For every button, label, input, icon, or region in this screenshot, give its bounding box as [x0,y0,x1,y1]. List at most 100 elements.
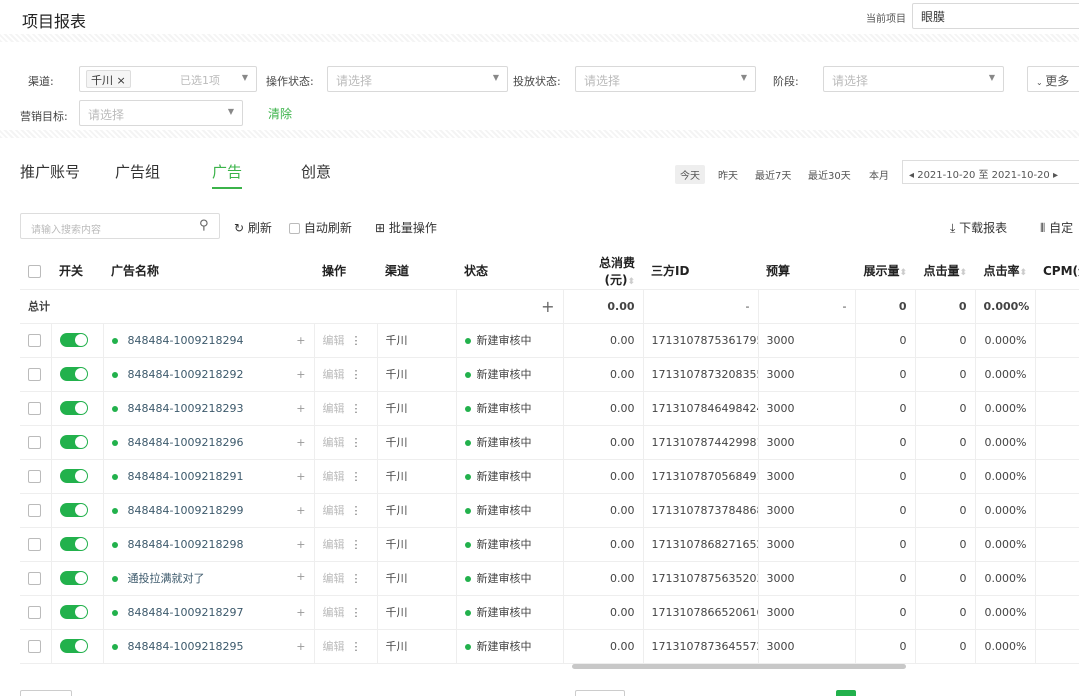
edit-button[interactable]: 编辑 [323,606,345,619]
sort-icon[interactable]: ⬍ [1019,268,1027,278]
select-all-checkbox[interactable] [20,253,51,290]
batch-ops-button[interactable]: ⊞ 批量操作 [375,219,437,236]
edit-button[interactable]: 编辑 [323,538,345,551]
actions-cell[interactable]: 编辑 ⋮ [314,493,378,528]
ad-name-link[interactable]: 848484-1009218295 [128,640,244,653]
more-vertical-icon[interactable]: ⋮ [351,572,362,585]
ad-name-link[interactable]: 848484-1009218299 [128,504,244,517]
more-vertical-icon[interactable]: ⋮ [351,470,362,483]
plus-icon[interactable]: + [296,470,305,483]
actions-cell[interactable]: 编辑 ⋮ [314,357,378,392]
edit-button[interactable]: 编辑 [323,470,345,483]
tab-account[interactable]: 推广账号 [20,161,80,182]
row-checkbox[interactable] [20,595,52,630]
plus-icon[interactable]: + [541,297,554,316]
caret-right-icon[interactable]: ▸ [1050,170,1058,181]
range-30days[interactable]: 最近30天 [808,167,851,182]
plus-icon[interactable]: + [296,538,305,551]
delivery-status-select[interactable]: 请选择 ▼ [575,66,756,92]
more-filters-button[interactable]: ⌄ 更多 [1027,66,1079,92]
checkbox-icon[interactable] [28,435,41,449]
actions-cell[interactable]: 编辑 ⋮ [314,561,378,596]
row-checkbox[interactable] [20,459,52,494]
caret-left-icon[interactable]: ◂ [909,170,917,181]
plus-icon[interactable]: + [296,570,305,583]
toggle-switch[interactable] [59,503,88,517]
row-checkbox[interactable] [20,425,52,460]
row-switch[interactable] [51,425,104,460]
ad-name-link[interactable]: 848484-1009218294 [128,334,244,347]
row-switch[interactable] [51,629,104,664]
toggle-switch[interactable] [59,333,88,347]
sort-icon[interactable]: ⬍ [899,268,907,278]
ad-name-cell[interactable]: 848484-1009218297 + [103,595,315,630]
checkbox-icon[interactable] [28,367,41,381]
ad-name-cell[interactable]: 848484-1009218294 + [103,323,315,358]
row-switch[interactable] [51,595,104,630]
toggle-switch[interactable] [59,639,88,653]
current-project-select[interactable]: 眼膜 [912,3,1079,29]
row-checkbox[interactable] [20,391,52,426]
ad-name-link[interactable]: 848484-1009218291 [128,470,244,483]
edit-button[interactable]: 编辑 [323,572,345,585]
plus-icon[interactable]: + [296,402,305,415]
range-yesterday[interactable]: 昨天 [718,167,738,182]
row-switch[interactable] [51,527,104,562]
row-switch[interactable] [51,391,104,426]
row-switch[interactable] [51,357,104,392]
ad-name-cell[interactable]: 848484-1009218293 + [103,391,315,426]
more-vertical-icon[interactable]: ⋮ [351,436,362,449]
edit-button[interactable]: 编辑 [323,334,345,347]
ad-name-link[interactable]: 848484-1009218293 [128,402,244,415]
tab-adgroup[interactable]: 广告组 [115,161,160,182]
marketing-select[interactable]: 请选择 ▼ [79,100,243,126]
ad-name-cell[interactable]: 848484-1009218291 + [103,459,315,494]
ad-name-cell[interactable]: 848484-1009218292 + [103,357,315,392]
search-input[interactable]: 请输入搜索内容 [31,221,101,236]
edit-button[interactable]: 编辑 [323,436,345,449]
toggle-switch[interactable] [59,571,88,585]
ad-name-cell[interactable]: 通投拉满就对了 + [103,561,315,596]
col-impressions[interactable]: 展示量⬍ [855,253,915,290]
auto-refresh-checkbox[interactable]: 自动刷新 [289,219,352,236]
actions-cell[interactable]: 编辑 ⋮ [314,391,378,426]
sort-icon[interactable]: ⬍ [959,268,967,278]
ad-name-link[interactable]: 通投拉满就对了 [128,572,205,585]
row-checkbox[interactable] [20,357,52,392]
col-clicks[interactable]: 点击量⬍ [915,253,975,290]
op-status-select[interactable]: 请选择 ▼ [327,66,508,92]
actions-cell[interactable]: 编辑 ⋮ [314,629,378,664]
range-7days[interactable]: 最近7天 [755,167,791,182]
more-vertical-icon[interactable]: ⋮ [351,606,362,619]
checkbox-icon[interactable] [28,503,41,517]
refresh-button[interactable]: ↻ 刷新 [234,219,272,236]
search-icon[interactable]: ⚲ [199,218,209,233]
actions-cell[interactable]: 编辑 ⋮ [314,323,378,358]
checkbox-icon[interactable] [28,639,41,653]
date-range-picker[interactable]: ◂ 2021-10-20 至 2021-10-20 ▸ [902,160,1079,184]
checkbox-icon[interactable] [28,537,41,551]
row-switch[interactable] [51,493,104,528]
ad-name-link[interactable]: 848484-1009218298 [128,538,244,551]
toggle-switch[interactable] [59,435,88,449]
sort-icon[interactable]: ⬍ [627,277,635,287]
row-switch[interactable] [51,561,104,596]
ad-name-cell[interactable]: 848484-1009218296 + [103,425,315,460]
close-icon[interactable]: × [117,74,126,87]
col-ctr[interactable]: 点击率⬍ [975,253,1035,290]
checkbox-icon[interactable] [28,571,41,585]
ad-name-link[interactable]: 848484-1009218292 [128,368,244,381]
pagination-current[interactable] [836,690,856,696]
search-box[interactable]: 请输入搜索内容 ⚲ [20,213,220,239]
edit-button[interactable]: 编辑 [323,640,345,653]
clear-link[interactable]: 清除 [268,105,292,122]
toggle-switch[interactable] [59,605,88,619]
row-checkbox[interactable] [20,629,52,664]
tab-creative[interactable]: 创意 [301,161,331,182]
checkbox-icon[interactable] [28,401,41,415]
row-checkbox[interactable] [20,527,52,562]
actions-cell[interactable]: 编辑 ⋮ [314,527,378,562]
ad-name-link[interactable]: 848484-1009218296 [128,436,244,449]
row-checkbox[interactable] [20,493,52,528]
edit-button[interactable]: 编辑 [323,368,345,381]
